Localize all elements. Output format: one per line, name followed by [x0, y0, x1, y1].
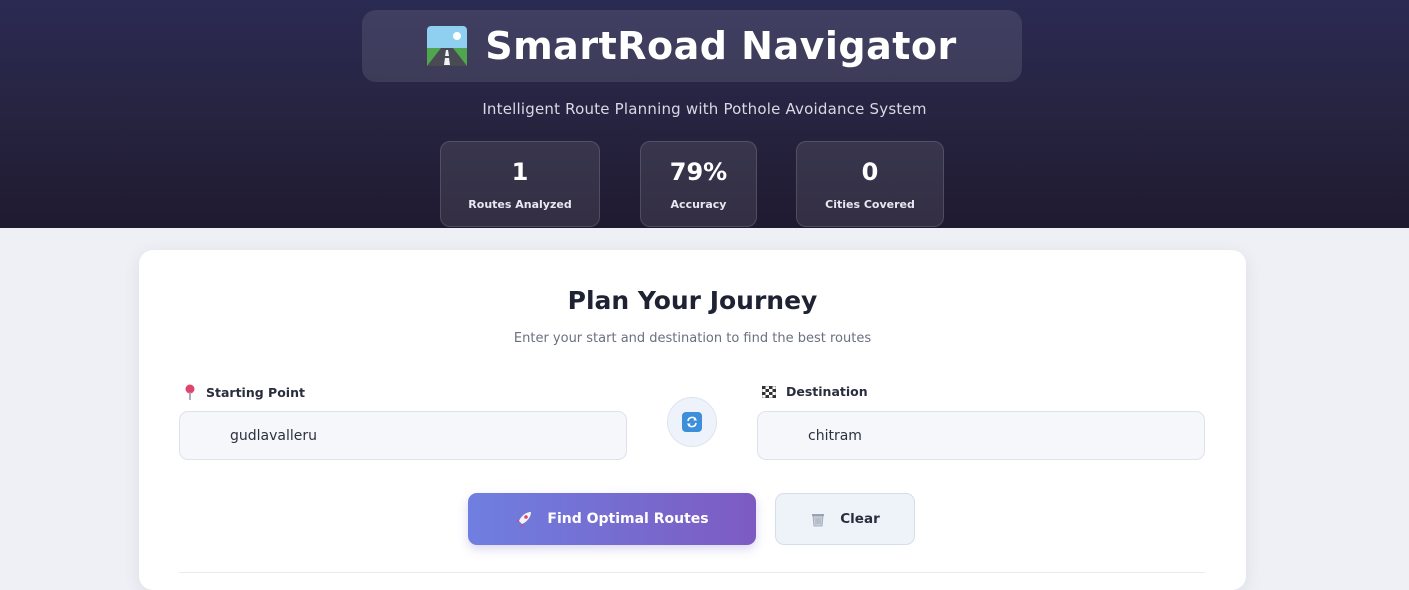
clear-label: Clear [840, 511, 880, 527]
stat-label: Cities Covered [825, 197, 915, 211]
stat-label: Routes Analyzed [468, 197, 572, 211]
journey-planner-card: Plan Your Journey Enter your start and d… [139, 250, 1246, 590]
destination-label-text: Destination [786, 384, 868, 399]
destination-value: chitram [808, 427, 862, 444]
swap-icon [682, 412, 702, 432]
planner-subtitle: Enter your start and destination to find… [513, 331, 872, 346]
starting-point-input[interactable]: gudlavalleru [179, 411, 627, 460]
starting-point-value: gudlavalleru [230, 427, 318, 444]
stat-accuracy: 79% Accuracy [640, 141, 757, 227]
starting-point-label: Starting Point [184, 384, 305, 400]
rocket-icon [516, 512, 532, 527]
stat-value: 0 [861, 157, 879, 186]
divider [179, 572, 1205, 573]
clear-button[interactable]: Clear [775, 493, 915, 545]
title-box: SmartRoad Navigator [362, 10, 1022, 82]
header-banner: SmartRoad Navigator Intelligent Route Pl… [0, 0, 1409, 228]
app-subtitle: Intelligent Route Planning with Pothole … [482, 100, 927, 118]
stat-value: 1 [511, 157, 529, 186]
stat-cities-covered: 0 Cities Covered [796, 141, 944, 227]
find-optimal-routes-label: Find Optimal Routes [547, 511, 709, 527]
stat-routes-analyzed: 1 Routes Analyzed [440, 141, 600, 227]
checkered-flag-icon [762, 385, 776, 398]
stat-label: Accuracy [670, 197, 727, 211]
destination-label: Destination [762, 384, 868, 399]
pin-icon [185, 384, 195, 400]
find-optimal-routes-button[interactable]: Find Optimal Routes [468, 493, 756, 545]
planner-title: Plan Your Journey [567, 286, 818, 315]
app-title: SmartRoad Navigator [485, 24, 957, 68]
destination-input[interactable]: chitram [757, 411, 1205, 460]
starting-point-label-text: Starting Point [206, 384, 305, 400]
trash-icon [812, 514, 825, 527]
swap-button[interactable] [667, 397, 717, 447]
road-icon [427, 26, 468, 66]
stat-value: 79% [669, 157, 728, 186]
